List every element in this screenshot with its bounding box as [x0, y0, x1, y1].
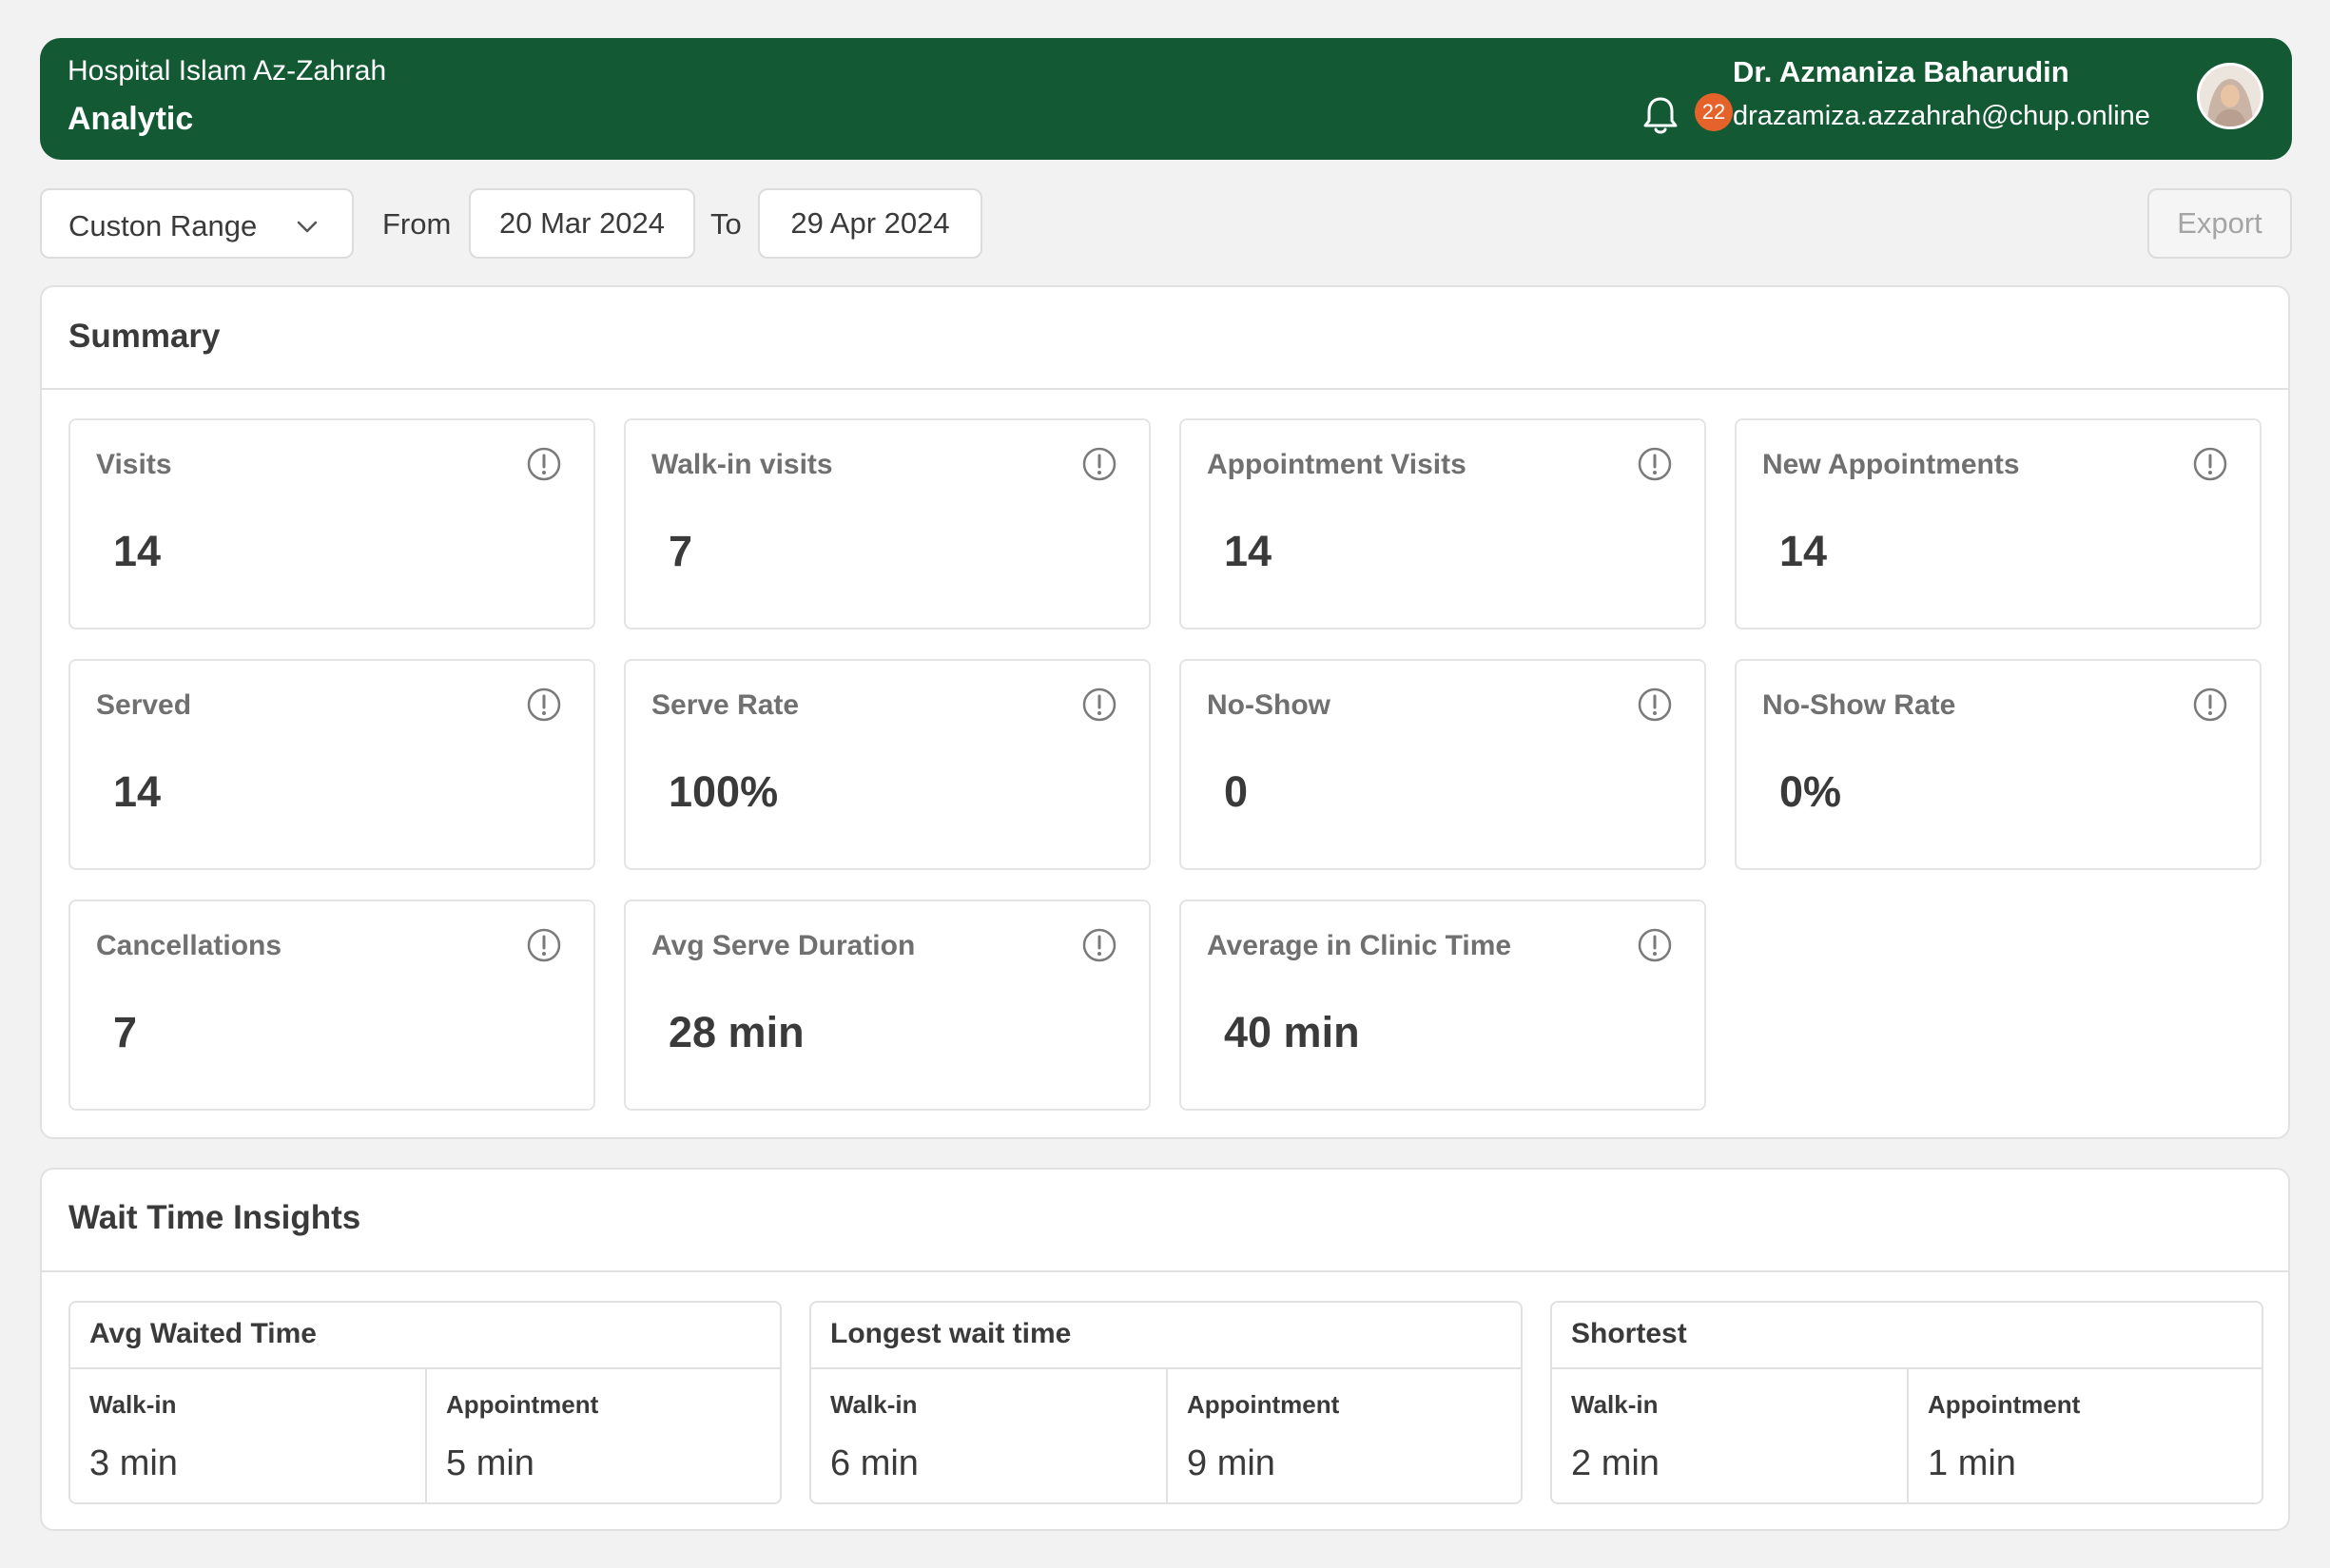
appointment-value: 9 min [1187, 1443, 1275, 1483]
metric-card-new-appointments: New Appointments 14 [1735, 418, 2262, 629]
metric-label: Visits [96, 449, 172, 480]
avatar[interactable] [2197, 63, 2263, 129]
appointment-label: Appointment [1187, 1390, 1340, 1419]
info-icon[interactable] [1636, 445, 1674, 483]
metric-card-serve-rate: Serve Rate 100% [624, 659, 1151, 870]
walk-in-label: Walk-in [830, 1390, 918, 1419]
info-icon[interactable] [1080, 445, 1118, 483]
metric-value: 7 [113, 1008, 138, 1056]
divider [1166, 1369, 1168, 1502]
metric-label: No-Show [1207, 689, 1330, 721]
divider [425, 1369, 427, 1502]
app-header: Hospital Islam Az-Zahrah Analytic 22 Dr.… [40, 38, 2292, 160]
appointment-value: 5 min [446, 1443, 534, 1483]
wait-card-title: Longest wait time [830, 1318, 1072, 1349]
wait-card-longest: Longest wait time Walk-in 6 min Appointm… [809, 1301, 1523, 1504]
appointment-value: 1 min [1928, 1443, 2016, 1483]
walk-in-value: 3 min [89, 1443, 178, 1483]
divider [1907, 1369, 1909, 1502]
hospital-name: Hospital Islam Az-Zahrah [68, 55, 387, 87]
wait-card-title: Avg Waited Time [89, 1318, 317, 1349]
user-avatar-icon [2200, 66, 2261, 126]
chevron-down-icon [297, 221, 318, 233]
metric-value: 0% [1779, 767, 1842, 816]
page-title: Analytic [68, 101, 194, 137]
user-email: drazamiza.azzahrah@chup.online [1733, 101, 2150, 131]
metric-value: 28 min [669, 1008, 805, 1056]
wait-time-title: Wait Time Insights [68, 1199, 361, 1236]
info-icon[interactable] [525, 445, 563, 483]
walk-in-label: Walk-in [89, 1390, 177, 1419]
appointment-label: Appointment [446, 1390, 599, 1419]
metric-card-avg-serve-duration: Avg Serve Duration 28 min [624, 900, 1151, 1111]
metric-label: No-Show Rate [1762, 689, 1956, 721]
export-button[interactable]: Export [2147, 188, 2292, 259]
to-date-input[interactable]: 29 Apr 2024 [758, 188, 982, 259]
metric-value: 100% [669, 767, 779, 816]
range-select-label: Custon Range [68, 209, 258, 242]
info-icon[interactable] [1636, 926, 1674, 964]
wait-card-shortest: Shortest Walk-in 2 min Appointment 1 min [1550, 1301, 2263, 1504]
metric-label: Average in Clinic Time [1207, 930, 1512, 961]
info-icon[interactable] [1080, 686, 1118, 724]
user-name: Dr. Azmaniza Baharudin [1733, 55, 2069, 88]
metric-label: New Appointments [1762, 449, 2020, 480]
metric-card-average-in-clinic-time: Average in Clinic Time 40 min [1179, 900, 1706, 1111]
wait-card-avg: Avg Waited Time Walk-in 3 min Appointmen… [68, 1301, 782, 1504]
info-icon[interactable] [1080, 926, 1118, 964]
info-icon[interactable] [1636, 686, 1674, 724]
metric-card-appointment-visits: Appointment Visits 14 [1179, 418, 1706, 629]
from-label: From [382, 207, 452, 241]
metric-card-walk-in-visits: Walk-in visits 7 [624, 418, 1151, 629]
from-date-input[interactable]: 20 Mar 2024 [469, 188, 695, 259]
metric-value: 14 [1779, 527, 1828, 575]
metric-value: 7 [669, 527, 693, 575]
info-icon[interactable] [525, 686, 563, 724]
appointment-label: Appointment [1928, 1390, 2081, 1419]
range-select[interactable]: Custon Range [40, 188, 354, 259]
metric-value: 14 [113, 767, 162, 816]
walk-in-label: Walk-in [1571, 1390, 1659, 1419]
summary-panel: Summary Visits 14 Walk-in visits 7 Appoi… [40, 285, 2290, 1139]
metric-label: Served [96, 689, 192, 721]
metric-card-served: Served 14 [68, 659, 595, 870]
metric-label: Cancellations [96, 930, 282, 961]
wait-time-panel: Wait Time Insights Avg Waited Time Walk-… [40, 1168, 2290, 1531]
bell-icon [1643, 97, 1678, 134]
info-icon[interactable] [2191, 445, 2229, 483]
metric-value: 14 [1224, 527, 1272, 575]
walk-in-value: 2 min [1571, 1443, 1660, 1483]
metric-card-no-show: No-Show 0 [1179, 659, 1706, 870]
wait-card-title: Shortest [1571, 1318, 1687, 1349]
metric-card-visits: Visits 14 [68, 418, 595, 629]
analytics-page: Hospital Islam Az-Zahrah Analytic 22 Dr.… [0, 0, 2330, 1568]
metric-value: 40 min [1224, 1008, 1360, 1056]
walk-in-value: 6 min [830, 1443, 919, 1483]
metric-card-no-show-rate: No-Show Rate 0% [1735, 659, 2262, 870]
divider [42, 388, 2288, 390]
metric-value: 0 [1224, 767, 1249, 816]
to-label: To [710, 207, 742, 241]
metric-value: 14 [113, 527, 162, 575]
metric-card-cancellations: Cancellations 7 [68, 900, 595, 1111]
info-icon[interactable] [2191, 686, 2229, 724]
summary-title: Summary [68, 318, 221, 355]
divider [42, 1270, 2288, 1272]
info-icon[interactable] [525, 926, 563, 964]
notifications-button[interactable]: 22 [1634, 72, 1733, 152]
metric-label: Appointment Visits [1207, 449, 1466, 480]
metric-label: Avg Serve Duration [651, 930, 916, 961]
metric-label: Serve Rate [651, 689, 800, 721]
metric-label: Walk-in visits [651, 449, 833, 480]
notification-badge: 22 [1695, 93, 1733, 131]
